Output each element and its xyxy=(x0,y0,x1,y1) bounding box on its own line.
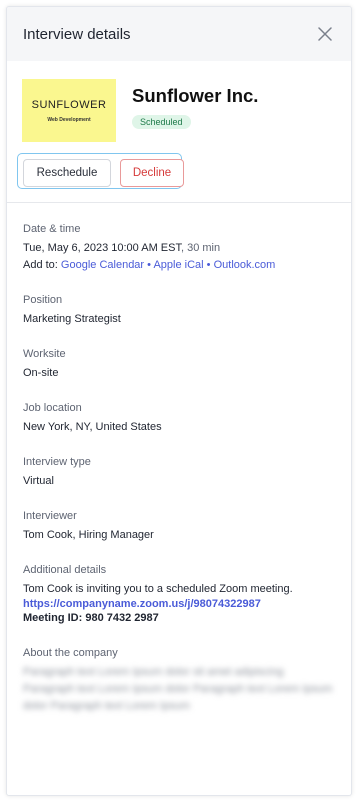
interview-type-value: Virtual xyxy=(23,475,54,487)
meeting-id: Meeting ID: 980 7432 2987 xyxy=(23,612,159,624)
details-list: Date & time Tue, May 6, 2023 10:00 AM ES… xyxy=(7,223,351,715)
separator-dot: • xyxy=(147,259,152,271)
position-label: Position xyxy=(23,294,63,306)
add-to-calendar: Add to: Google Calendar • Apple iCal • O… xyxy=(23,257,335,274)
interview-type-label: Interview type xyxy=(23,456,91,468)
interviewer-label: Interviewer xyxy=(23,510,77,522)
logo-name: SUNFLOWER xyxy=(31,98,107,111)
additional-details-label: Additional details xyxy=(23,564,107,576)
reschedule-button[interactable]: Reschedule xyxy=(23,159,111,187)
about-company-text: Paragraph text Lorem Ipsum dolor sit ame… xyxy=(23,666,333,712)
decline-button[interactable]: Decline xyxy=(120,159,184,187)
google-calendar-link[interactable]: Google Calendar xyxy=(61,259,144,271)
apple-ical-link[interactable]: Apple iCal xyxy=(153,259,203,271)
job-location-section: Job location New York, NY, United States xyxy=(23,402,335,436)
worksite-value: On-site xyxy=(23,367,59,379)
interviewer-value: Tom Cook, Hiring Manager xyxy=(23,529,154,541)
interview-type-section: Interview type Virtual xyxy=(23,456,335,490)
panel-title: Interview details xyxy=(23,25,131,43)
worksite-section: Worksite On-site xyxy=(23,348,335,382)
status-badge: Scheduled xyxy=(132,115,191,129)
outlook-link[interactable]: Outlook.com xyxy=(214,259,276,271)
company-logo: SUNFLOWER Web Development xyxy=(22,79,116,142)
job-location-label: Job location xyxy=(23,402,82,414)
interview-details-panel: Interview details SUNFLOWER Web Developm… xyxy=(6,6,352,796)
date-time-section: Date & time Tue, May 6, 2023 10:00 AM ES… xyxy=(23,223,335,274)
worksite-label: Worksite xyxy=(23,348,66,360)
date-time-value: Tue, May 6, 2023 10:00 AM EST, 30 min xyxy=(23,240,335,257)
add-to-label: Add to: xyxy=(23,259,58,271)
date-time-label: Date & time xyxy=(23,223,81,235)
position-section: Position Marketing Strategist xyxy=(23,294,335,328)
zoom-meeting-link[interactable]: https://companyname.zoom.us/j/9807432298… xyxy=(23,598,335,610)
duration-text: , 30 min xyxy=(180,242,221,254)
about-company-label: About the company xyxy=(23,647,118,659)
additional-details-section: Additional details Tom Cook is inviting … xyxy=(23,564,335,627)
interviewer-section: Interviewer Tom Cook, Hiring Manager xyxy=(23,510,335,544)
panel-header: Interview details xyxy=(7,7,351,61)
position-value: Marketing Strategist xyxy=(23,313,121,325)
about-company-section: About the company Paragraph text Lorem I… xyxy=(23,647,335,715)
additional-details-text: Tom Cook is inviting you to a scheduled … xyxy=(23,583,293,595)
separator-dot: • xyxy=(206,259,211,271)
company-name: Sunflower Inc. xyxy=(132,85,259,106)
datetime-text: Tue, May 6, 2023 10:00 AM EST xyxy=(23,242,181,254)
close-icon[interactable] xyxy=(315,24,335,44)
job-location-value: New York, NY, United States xyxy=(23,421,162,433)
logo-subtitle: Web Development xyxy=(47,116,91,123)
